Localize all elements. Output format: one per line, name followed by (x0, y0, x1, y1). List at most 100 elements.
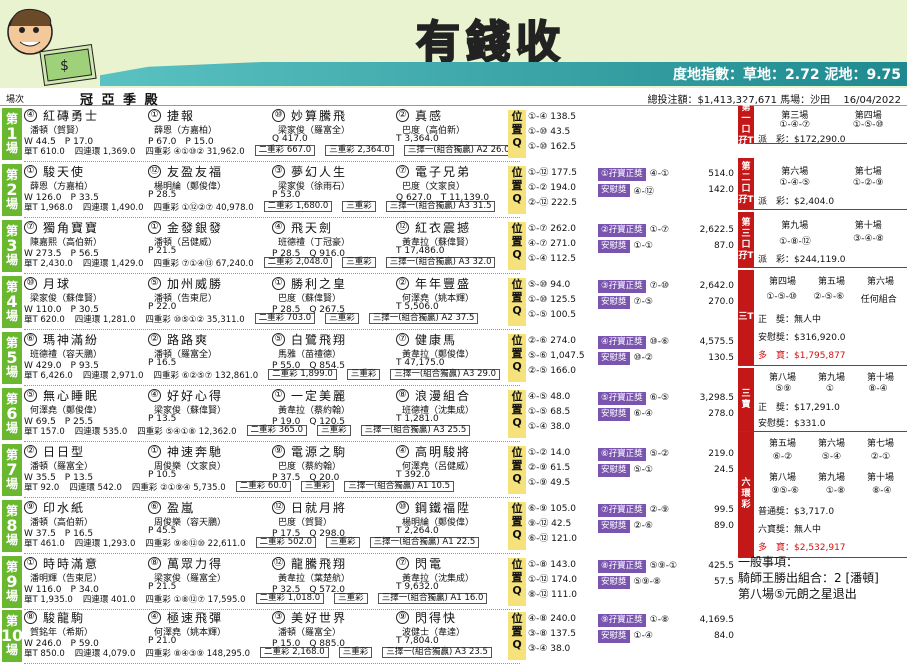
notes-heading: 一般事項： (738, 555, 799, 569)
horse-name: 極速飛彈 (167, 610, 224, 625)
double-value: 24.5 (713, 465, 734, 475)
double-value: 4,575.5 (699, 337, 734, 347)
double-tag: ⑧孖寶正獎 (598, 559, 646, 573)
notes-scratch: 第八場⑤元朗之星退出 (738, 587, 857, 601)
horse-name: 龍騰飛翔 (291, 556, 348, 571)
horse-name: 加州威勝 (167, 276, 224, 291)
qp-dividend: ①-④ 138.5 (528, 112, 577, 122)
double-tag: ⑥孖寶正獎 (598, 447, 646, 461)
race-label: 第 10 場 (1, 610, 23, 662)
horse-name: 閃電 (415, 556, 444, 571)
race-label: 第8場 (2, 500, 22, 552)
qp-dividend: ①-⑩ 125.5 (528, 295, 577, 305)
double-value: 87.0 (713, 241, 734, 251)
placing-3: ⑤ 白鷺飛翔 (272, 332, 396, 347)
placing-3: ⑨ 電源之駒 (272, 444, 396, 459)
tr-combo-b: ① (825, 384, 834, 394)
exotic-dividend: 單T 850.0 (24, 648, 65, 659)
double-combo: ④-⑫ (633, 186, 654, 197)
quinella-place-list: ⑥-⑨ 105.0 ⑨-⑫ 42.5 ⑥-⑫ 121.0 (528, 502, 598, 547)
exotic-dividend: 三重彩 (342, 257, 376, 268)
qp-dividend: ①-② 194.0 (528, 183, 577, 193)
horse-number: ⑫ (148, 164, 161, 178)
su-combo-10: ⑧-④ (872, 486, 892, 496)
double-value: 89.0 (713, 521, 734, 531)
exotic-dividend: 單T 6,426.0 (24, 370, 73, 381)
exotic-dividend: 三重彩 (334, 593, 368, 604)
exotic-row: 單T 1,968.0 四連環 1,490.0 四重彩 ①⑫②⑦ 40,978.0 二重… (24, 201, 520, 213)
place-q-label: 位置Q (508, 278, 526, 326)
exotic-dividend: 四連環 2,971.0 (82, 370, 144, 381)
horse-name: 日就月將 (291, 500, 348, 515)
exotic-dividend: 四重彩 ⑦①④⑬ 67,240.0 (153, 258, 254, 269)
treble: 三寶 第八場 第九場 第十場 ⑤⑨ ① ⑧-④ 正 獎：$17,291.0 安慰獎：$3… (738, 368, 907, 432)
double-value: 4,169.5 (699, 615, 734, 625)
double-dividends: ⑨孖寶正獎 ①-⑧ 4,169.5 安慰獎 ①-④ 84.0 (598, 612, 738, 644)
exotic-dividend: 四重彩 ④①⑩② 31,962.0 (145, 146, 245, 157)
su-combo-7: ②-① (870, 452, 891, 462)
double-trio-1: 第一口孖T 第三場 第四場 ①-④-⑦ ①-⑤-⑩ 派 彩：$172,290.0 (738, 103, 907, 146)
double-combo: ⑤⑨-⑧ (633, 577, 661, 587)
double-combo: ⑦-⑤ (633, 297, 653, 307)
qp-dividend: ①-⑨ 49.5 (528, 478, 571, 488)
race-label: 第9場 (2, 556, 22, 608)
horse-name: 駿天使 (43, 164, 86, 179)
tr-race-a: 第八場 (768, 373, 796, 383)
mascot-logo: $ (7, 8, 97, 86)
exotic-row: 單T 610.0 四連環 1,369.0 四重彩 ④①⑩② 31,962.0 二重彩 … (24, 145, 520, 157)
qp-dividend: ②-⑨ 61.5 (528, 463, 571, 473)
horse-number: ⑫ (396, 220, 409, 234)
dbl2-combo-b: ①-②-⑨ (852, 178, 884, 188)
horse-number: ① (272, 276, 285, 290)
horse-number: ① (24, 164, 37, 178)
horse-name: 紅衣震撼 (415, 220, 472, 235)
dbl1-combo-b: ①-⑤-⑩ (852, 120, 884, 130)
double-value: 130.5 (708, 353, 734, 363)
exotic-dividend: 三擇一(組合獨贏) A1 22.5 (369, 537, 480, 548)
quinella-place-list: ①-④ 138.5 ①-⑩ 43.5 ①-⑩ 162.5 (528, 110, 598, 155)
double-dividends: ④孖寶正獎 ⑩-⑥ 4,575.5 安慰獎 ⑩-② 130.5 (598, 334, 738, 366)
placing-1: ⑧ 駿龍駒 (24, 610, 148, 625)
six-up: 六環彩 第五場 第六場 第七場 ⑥-② ⑤-④ ②-① 第八場 第九場 第十場 ⑨⑤-⑥ ①-… (738, 432, 907, 558)
horse-name: 電子兄弟 (415, 164, 472, 179)
su-combo-8: ⑨⑤-⑥ (771, 486, 799, 496)
double-combo: ②-⑥ (633, 521, 653, 531)
exotic-dividend: 三擇一(組合獨贏) A3 23.5 (382, 647, 492, 658)
placing-4: ② 年年豐盛 (396, 276, 520, 291)
tt-race-c: 第六場 (866, 277, 894, 287)
exotic-dividend: 單T 1,935.0 (24, 594, 73, 605)
qp-dividend: ①-⑤ 68.5 (528, 407, 571, 417)
placing-2: ⑤ 加州威勝 (148, 276, 272, 291)
horse-number: ⑥ (24, 332, 37, 346)
exotic-dividend: 四重彩 ①⑧⑫⑦ 17,595.0 (145, 594, 246, 605)
exotic-row: 單T 92.0 四連環 542.0 四重彩 ②①⑨④ 5,735.0 二重彩 60.0… (24, 481, 520, 493)
qp-dividend: ①-⑤ 100.5 (528, 310, 577, 320)
horse-number: ④ (148, 610, 161, 624)
horse-number: ⑨ (24, 500, 37, 514)
horse-name: 捷報 (167, 108, 196, 123)
exotic-dividend: 四連環 1,369.0 (74, 146, 136, 157)
qp-dividend: ⑥-⑫ 121.0 (528, 534, 577, 544)
quinella-place-list: ①-⑧ 143.0 ①-⑫ 174.0 ⑧-⑫ 111.0 (528, 558, 598, 603)
qp-dividend: ③-④ 38.0 (528, 644, 571, 654)
horse-name: 紅磚勇士 (43, 108, 100, 123)
exotic-dividend: 四重彩 ①⑫②⑦ 40,978.0 (153, 202, 254, 213)
place-q-label: 位置Q (508, 502, 526, 550)
placing-1: ④ 紅磚勇士 (24, 108, 148, 123)
horse-number: ④ (24, 108, 37, 122)
double-combo: ⑥-④ (633, 409, 653, 419)
double-tag: 安慰獎 (598, 629, 630, 643)
su-race-10: 第十場 (866, 473, 894, 483)
horse-name: 妙算騰飛 (291, 108, 348, 123)
dbl2-dividend: 派 彩：$2,404.0 (758, 197, 835, 207)
place-q-label: 位置Q (508, 390, 526, 438)
race-label: 第2場 (2, 164, 22, 216)
horse-number: ⑦ (24, 220, 37, 234)
su-ordinary: 普通獎：$3,717.0 (758, 507, 835, 517)
horse-name: 時時滿意 (43, 556, 100, 571)
race-label: 第5場 (2, 332, 22, 384)
six-up-label: 六環彩 (738, 432, 754, 557)
su-combo-6: ⑤-④ (821, 452, 842, 462)
double-combo: ⑥-⑤ (649, 393, 670, 403)
place-q-label: 位置Q (508, 446, 526, 494)
